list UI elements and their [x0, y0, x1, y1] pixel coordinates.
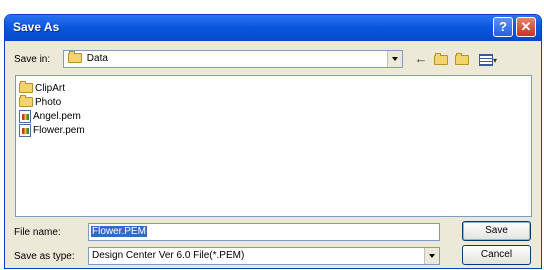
folder-icon — [19, 81, 33, 93]
file-list[interactable]: ClipArt Photo Angel.pem Flower.pem — [15, 75, 532, 217]
help-button[interactable]: ? — [493, 17, 513, 37]
folder-icon — [19, 95, 33, 107]
pem-file-icon — [19, 109, 31, 123]
save-as-dialog: Save As ? ✕ Save in: Data ← ▾ ClipArt Ph… — [4, 14, 542, 269]
pem-file-icon — [19, 123, 31, 137]
title-bar[interactable]: Save As ? ✕ — [5, 15, 541, 41]
save-in-value: Data — [86, 53, 108, 64]
views-menu-icon[interactable]: ▾ — [476, 51, 500, 67]
list-item[interactable]: Flower.pem — [19, 123, 85, 137]
save-button[interactable]: Save — [462, 221, 531, 241]
close-button[interactable]: ✕ — [516, 17, 536, 37]
dialog-title: Save As — [13, 20, 60, 34]
up-folder-icon[interactable] — [433, 51, 449, 67]
chevron-down-icon[interactable] — [424, 248, 439, 264]
file-name-label: File name: — [14, 227, 61, 238]
chevron-down-icon[interactable] — [387, 51, 402, 67]
list-item[interactable]: Angel.pem — [19, 109, 81, 123]
file-name-field[interactable]: Flower.PEM — [88, 223, 440, 241]
cancel-button[interactable]: Cancel — [462, 245, 531, 265]
list-item[interactable]: ClipArt — [19, 81, 65, 95]
back-arrow-icon[interactable]: ← — [413, 51, 429, 67]
save-in-dropdown[interactable]: Data — [63, 50, 403, 68]
new-folder-icon[interactable] — [453, 51, 471, 67]
save-in-label: Save in: — [14, 54, 51, 65]
save-as-type-label: Save as type: — [14, 251, 75, 262]
save-as-type-value: Design Center Ver 6.0 File(*.PEM) — [92, 250, 245, 261]
list-item[interactable]: Photo — [19, 95, 61, 109]
folder-icon — [68, 51, 82, 64]
save-as-type-dropdown[interactable]: Design Center Ver 6.0 File(*.PEM) — [88, 247, 440, 265]
file-name-value: Flower.PEM — [91, 226, 147, 237]
